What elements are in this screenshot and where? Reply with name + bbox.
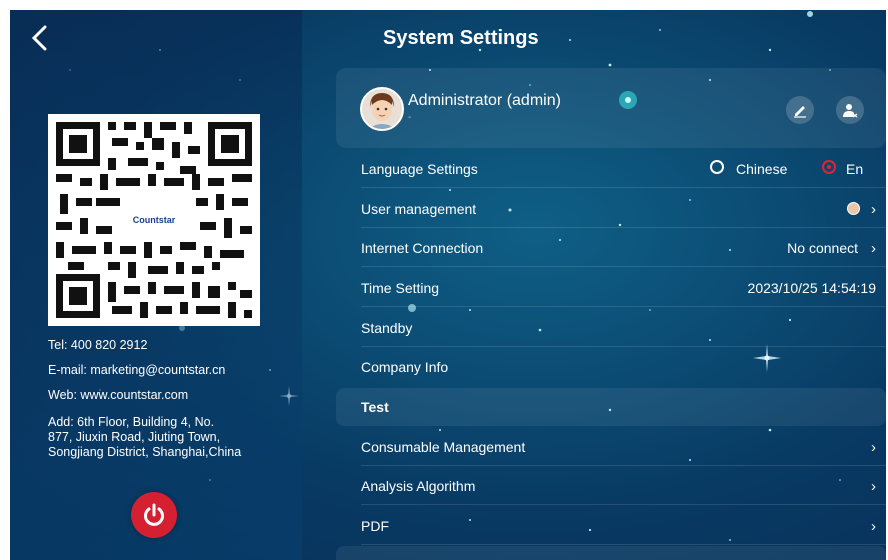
logout-user-button[interactable] [836,96,864,124]
avatar [360,87,404,131]
user-card: Administrator (admin) - [336,68,886,148]
pdf-row[interactable]: PDF › [336,507,886,545]
edit-user-icon [794,106,806,118]
chinese-radio[interactable] [710,160,724,174]
logout-user-icon [843,104,858,118]
language-settings-label: Language Settings [361,161,478,177]
chevron-right-icon: › [871,478,876,495]
power-button[interactable] [131,492,177,538]
divider [361,346,886,347]
time-setting-row[interactable]: Time Setting 2023/10/25 14:54:19 [336,269,886,307]
chevron-right-icon: › [871,439,876,456]
user-name: Administrator (admin) [408,92,561,109]
time-setting-value: 2023/10/25 14:54:19 [747,280,876,296]
divider [361,266,886,267]
chevron-right-icon: › [871,240,876,257]
analysis-algorithm-row[interactable]: Analysis Algorithm › [336,467,886,505]
contact-address: Add: 6th Floor, Building 4, No. 877, Jiu… [48,415,242,459]
pdf-label: PDF [361,518,389,534]
internet-connection-row[interactable]: Internet Connection No connect › [336,229,886,267]
chinese-option-label[interactable]: Chinese [736,161,787,177]
edit-user-button[interactable] [786,96,814,124]
back-button[interactable] [24,22,54,54]
user-management-label: User management [361,201,477,217]
page-title: System Settings [383,27,539,49]
partial-row[interactable] [336,546,886,560]
qr-code: Countstar [48,114,260,326]
chevron-right-icon: › [871,518,876,535]
language-settings-row: Language Settings Chinese En [336,150,886,188]
divider [361,465,886,466]
user-subtitle: - [408,112,412,123]
user-management-row[interactable]: User management › [336,190,886,228]
chevron-right-icon: › [871,201,876,218]
analysis-algorithm-label: Analysis Algorithm [361,478,476,494]
chevron-left-icon [31,25,47,51]
internet-connection-value: No connect [787,240,858,256]
standby-row[interactable]: Standby [336,309,886,347]
qr-logo: Countstar [126,208,182,232]
internet-connection-label: Internet Connection [361,240,484,256]
test-label: Test [361,399,389,415]
system-settings-screen: Countstar Tel: 400 820 2912 E-mail: mark… [10,10,886,560]
power-icon [144,503,164,526]
contact-email: E-mail: marketing@countstar.cn [48,363,226,377]
divider [361,504,886,505]
company-info-label: Company Info [361,359,449,375]
time-setting-label: Time Setting [361,280,440,296]
contact-web: Web: www.countstar.com [48,388,189,402]
standby-label: Standby [361,320,413,336]
divider [361,187,886,188]
divider [361,306,886,307]
user-avatar-mini-icon [847,202,860,215]
contact-tel: Tel: 400 820 2912 [48,338,148,352]
divider [361,544,886,545]
divider [361,227,886,228]
consumable-management-label: Consumable Management [361,439,526,455]
consumable-management-row[interactable]: Consumable Management › [336,428,886,466]
en-radio[interactable] [822,160,836,174]
test-row[interactable]: Test [336,388,886,426]
en-option-label[interactable]: En [846,161,863,177]
company-info-row[interactable]: Company Info [336,348,886,386]
